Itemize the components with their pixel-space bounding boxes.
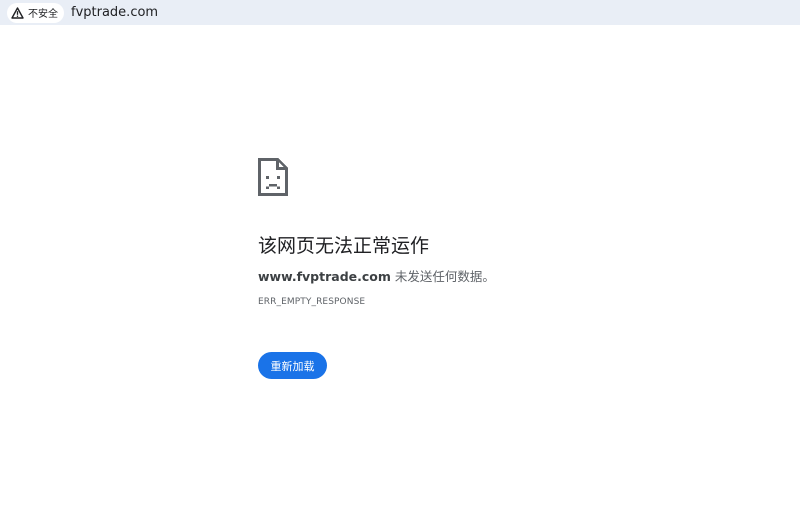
error-host: www.fvptrade.com bbox=[258, 269, 391, 284]
sad-file-icon bbox=[258, 158, 288, 196]
url-text[interactable]: fvptrade.com bbox=[71, 5, 158, 20]
error-heading: 该网页无法正常运作 bbox=[258, 235, 430, 257]
address-bar[interactable]: 不安全 fvptrade.com bbox=[0, 0, 800, 25]
security-chip[interactable]: 不安全 bbox=[7, 2, 64, 23]
reload-button[interactable]: 重新加载 bbox=[258, 352, 327, 379]
error-message: 未发送任何数据。 bbox=[390, 269, 495, 284]
warning-triangle-icon bbox=[11, 6, 24, 19]
security-label: 不安全 bbox=[28, 9, 58, 20]
error-detail: www.fvptrade.com 未发送任何数据。 bbox=[258, 268, 778, 286]
error-page: 该网页无法正常运作 www.fvptrade.com 未发送任何数据。 ERR_… bbox=[258, 158, 778, 379]
error-code: ERR_EMPTY_RESPONSE bbox=[258, 297, 366, 307]
